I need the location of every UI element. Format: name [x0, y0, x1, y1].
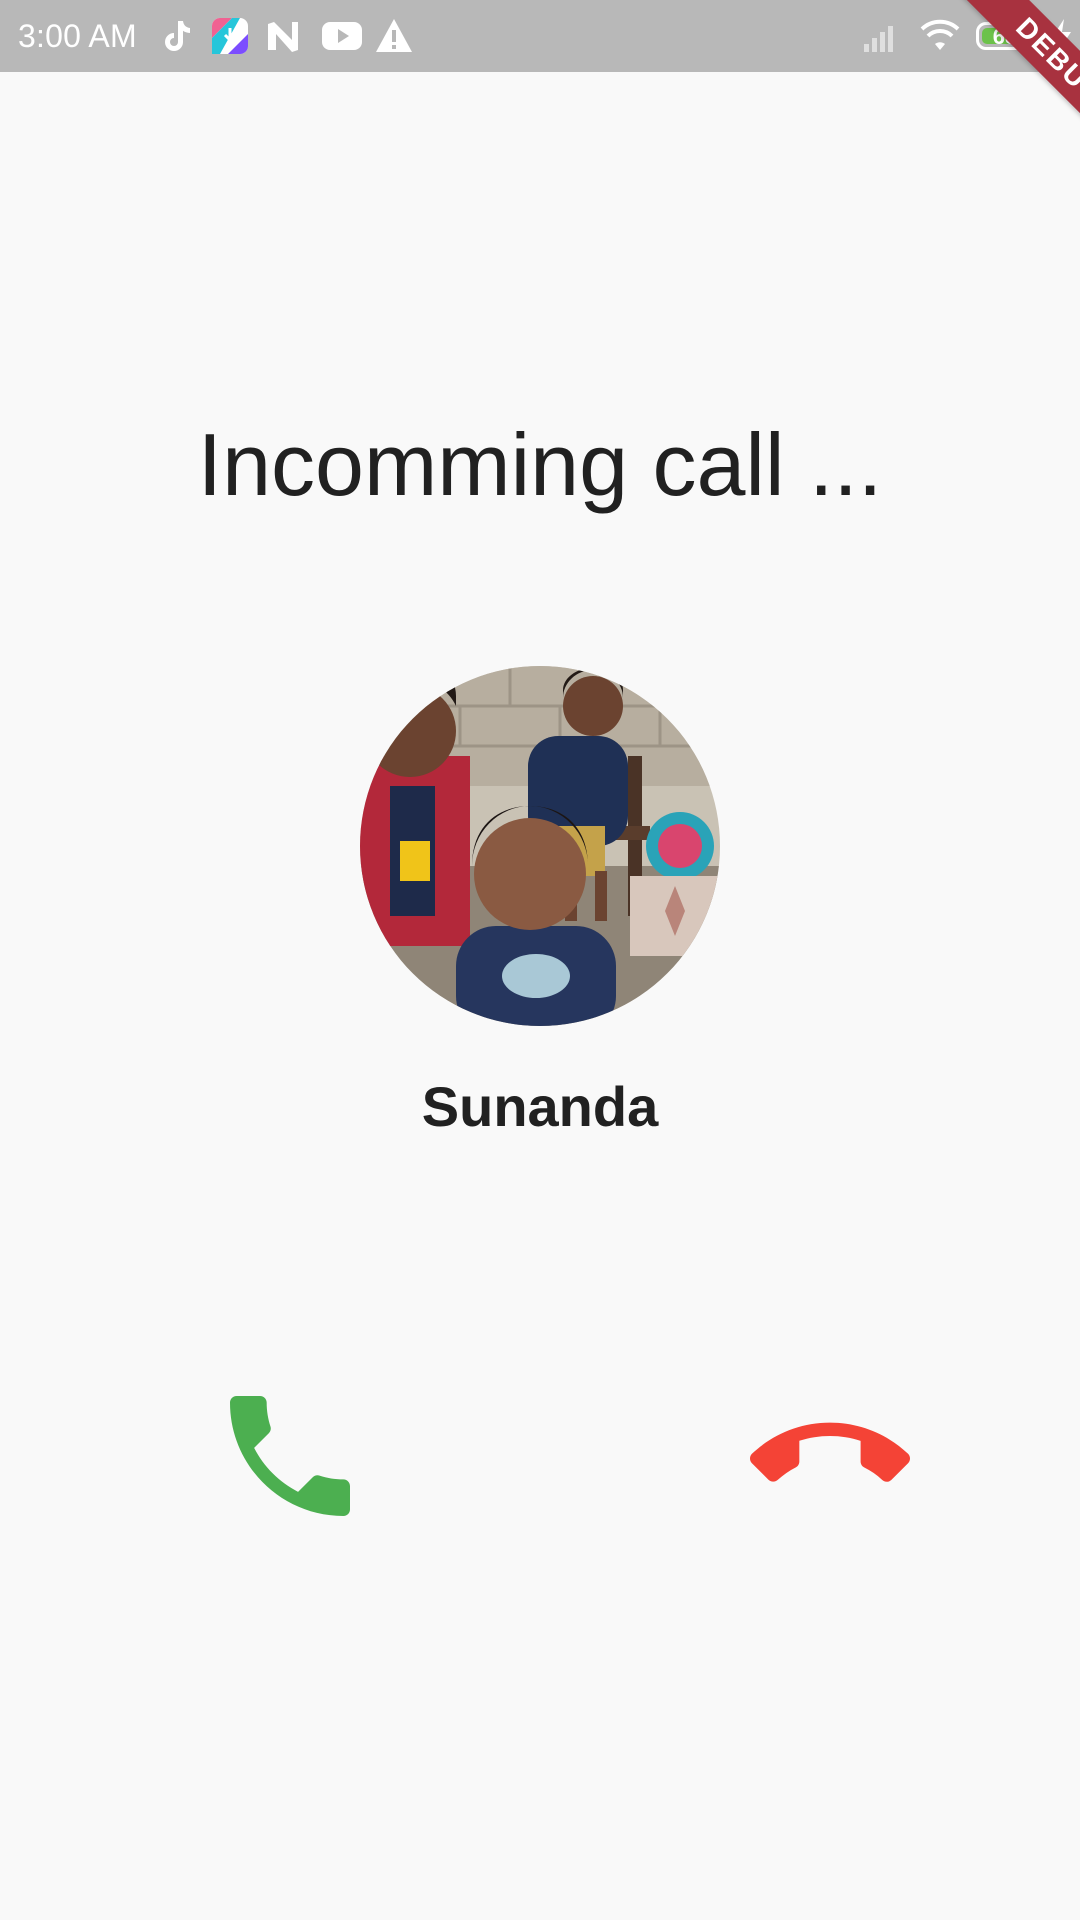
youtube-icon [320, 16, 364, 56]
wifi-icon [918, 16, 962, 56]
status-time: 3:00 AM [18, 18, 137, 54]
call-end-icon [750, 1422, 910, 1482]
caller-photo [360, 666, 720, 1026]
app-download-icon [210, 16, 250, 56]
decline-call-button[interactable] [750, 1376, 910, 1536]
call-status-title: Incomming call ... [197, 415, 883, 514]
cell-signal-icon [860, 16, 900, 56]
caller-avatar [360, 666, 720, 1026]
caller-name: Sunanda [421, 1075, 659, 1138]
tiktok-icon [156, 16, 196, 56]
accept-call-button[interactable] [210, 1376, 370, 1536]
n-app-icon [264, 16, 304, 56]
status-bar: 3:00 AM [0, 0, 1080, 72]
warning-icon [374, 16, 414, 56]
phone-icon [230, 1396, 350, 1516]
